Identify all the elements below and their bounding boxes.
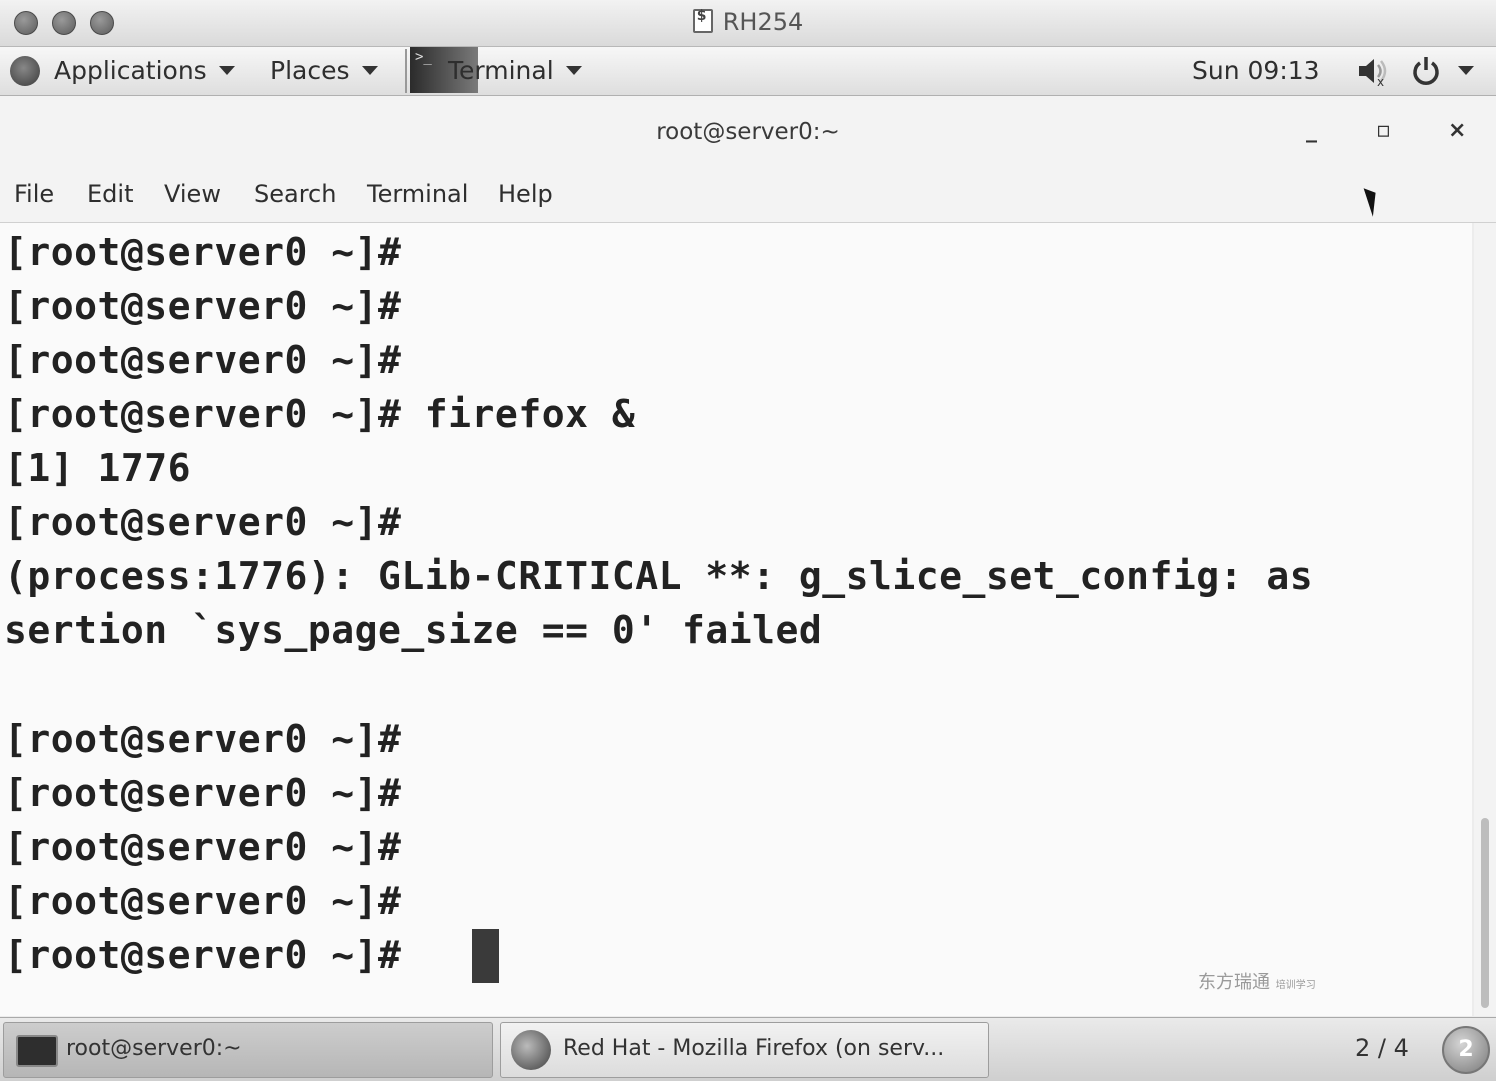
terminal-line: sertion `sys_page_size == 0' failed [4, 608, 823, 652]
text-cursor [472, 929, 499, 983]
svg-text:x: x [1377, 75, 1384, 87]
menu-terminal[interactable]: Terminal [367, 180, 468, 208]
chevron-down-icon [361, 66, 378, 75]
menu-search[interactable]: Search [254, 180, 336, 208]
menu-view[interactable]: View [164, 180, 221, 208]
terminal-line: [1] 1776 [4, 446, 192, 490]
scrollbar-thumb[interactable] [1481, 818, 1489, 1008]
terminal-output[interactable]: [root@server0 ~]# [root@server0 ~]# [roo… [0, 223, 1472, 1016]
places-menu[interactable]: Places [270, 55, 378, 87]
menu-edit[interactable]: Edit [87, 180, 133, 208]
terminal-app-menu[interactable]: Terminal [448, 55, 582, 87]
terminal-line: [root@server0 ~]# firefox & [4, 392, 636, 436]
taskbar-terminal-label: root@server0:~ [66, 1036, 242, 1061]
top-panel: Applications Places >_ Terminal Sun 09:1… [0, 47, 1496, 96]
maximize-button[interactable]: ▫ [1376, 118, 1391, 143]
applications-menu[interactable]: Applications [54, 55, 235, 87]
firefox-icon [511, 1030, 551, 1070]
chevron-down-icon [1458, 66, 1474, 75]
vm-title-text: RH254 [722, 8, 804, 36]
terminal-line: [root@server0 ~]# [4, 338, 402, 382]
terminal-icon [16, 1035, 58, 1067]
vm-title-bar: RH254 [0, 0, 1496, 47]
terminal-menu-bar: File Edit View Search Terminal Help [0, 170, 1496, 223]
panel-divider [405, 49, 407, 93]
minimize-button[interactable]: _ [1306, 118, 1317, 143]
chevron-down-icon [565, 66, 582, 75]
terminal-line: [root@server0 ~]# [4, 717, 402, 761]
scrollbar[interactable] [1474, 223, 1496, 1016]
system-menu-arrow[interactable] [1458, 55, 1474, 87]
terminal-line: [root@server0 ~]# [4, 933, 402, 977]
terminal-line: (process:1776): GLib-CRITICAL **: g_slic… [4, 554, 1314, 598]
taskbar-terminal-button[interactable]: root@server0:~ [3, 1022, 493, 1078]
terminal-app-label: Terminal [448, 56, 554, 85]
vm-title: RH254 [0, 8, 1496, 36]
terminal-line: [root@server0 ~]# [4, 500, 402, 544]
terminal-line: [root@server0 ~]# [4, 771, 402, 815]
places-label: Places [270, 56, 350, 85]
menu-help[interactable]: Help [498, 180, 553, 208]
terminal-line: [root@server0 ~]# [4, 284, 402, 328]
taskbar-firefox-label: Red Hat - Mozilla Firefox (on serv... [563, 1036, 945, 1061]
watermark-text: 东方瑞通 [1198, 972, 1270, 993]
terminal-line: [root@server0 ~]# [4, 879, 402, 923]
clock[interactable]: Sun 09:13 [1192, 55, 1320, 87]
window-list-taskbar: root@server0:~ Red Hat - Mozilla Firefox… [0, 1017, 1496, 1081]
chevron-down-icon [218, 66, 235, 75]
watermark-subtext: 培训学习 [1275, 980, 1316, 991]
applications-label: Applications [54, 56, 207, 85]
power-icon[interactable] [1410, 55, 1442, 87]
terminal-header-bar: root@server0:~ _ ▫ × [0, 96, 1496, 170]
menu-file[interactable]: File [14, 180, 54, 208]
workspace-indicator[interactable]: 2 / 4 [1355, 1034, 1409, 1062]
vm-document-icon [692, 8, 713, 33]
watermark-logo: 东方瑞通 培训学习 [1198, 968, 1316, 994]
gnome-foot-icon[interactable] [10, 56, 40, 86]
taskbar-firefox-button[interactable]: Red Hat - Mozilla Firefox (on serv... [500, 1022, 989, 1078]
volume-icon[interactable]: x [1356, 55, 1390, 89]
terminal-window-title: root@server0:~ [656, 119, 840, 145]
workspace-switcher-button[interactable]: 2 [1442, 1026, 1490, 1074]
terminal-line: [root@server0 ~]# [4, 230, 402, 274]
terminal-line: [root@server0 ~]# [4, 825, 402, 869]
close-button[interactable]: × [1448, 118, 1466, 143]
